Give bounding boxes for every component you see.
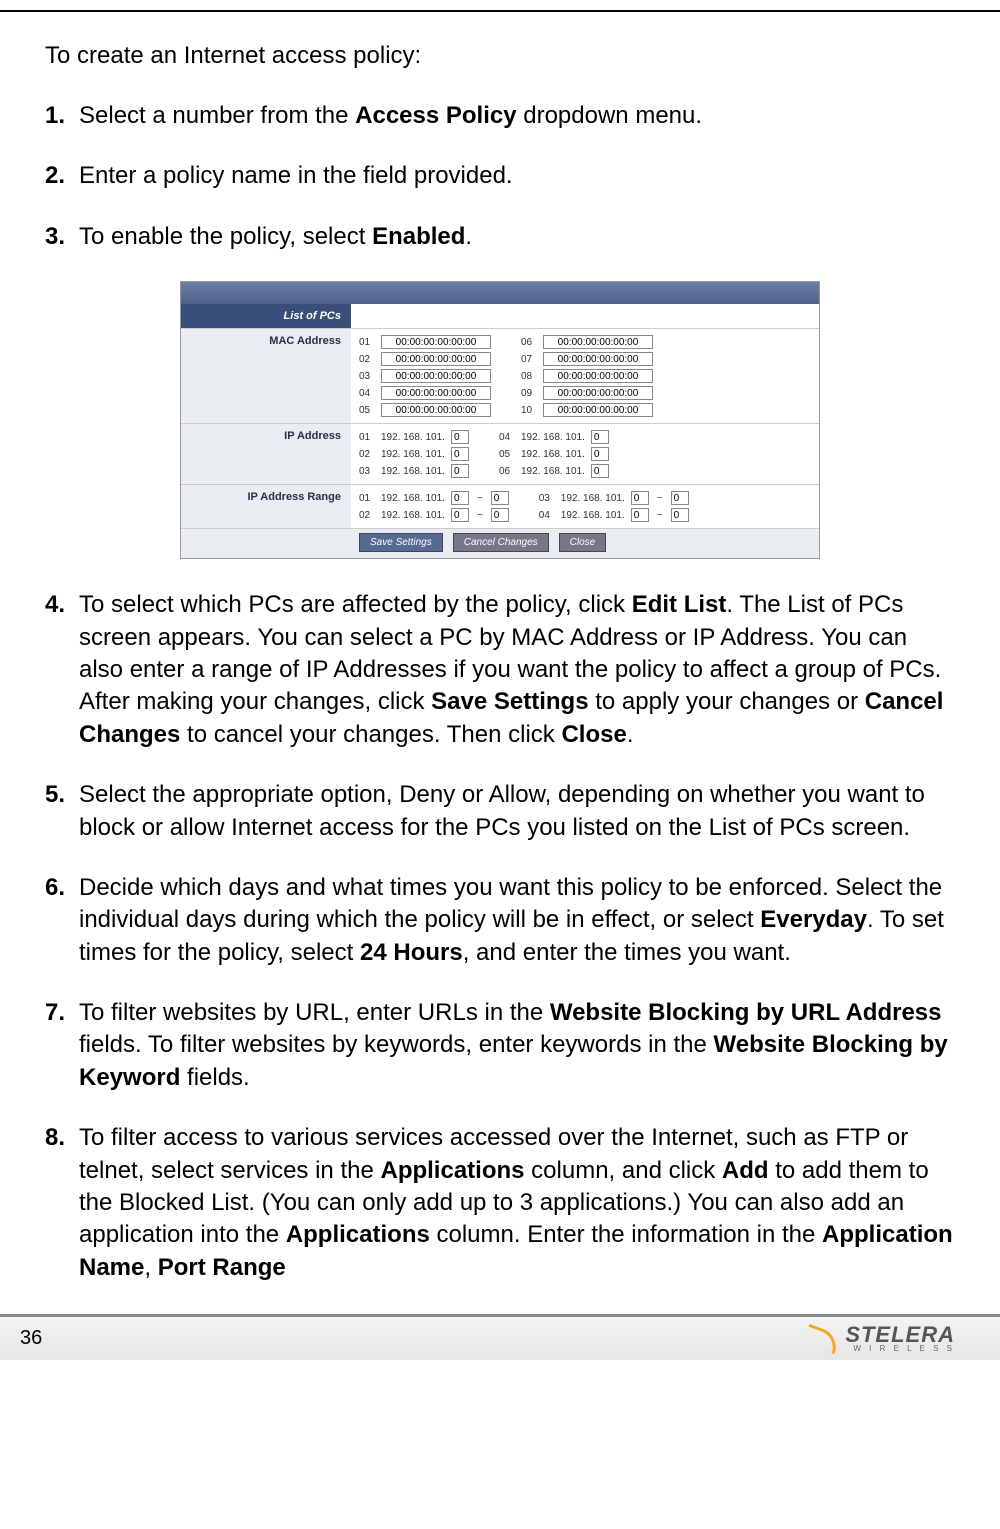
list-of-pcs-figure: List of PCs MAC Address 01 02 03 04 05 <box>45 281 955 559</box>
ip-octet-input[interactable] <box>591 430 609 444</box>
ip-row: 05192. 168. 101. <box>499 447 609 461</box>
ip-row: 01192. 168. 101. <box>359 430 469 444</box>
mac-row: 07 <box>521 352 653 366</box>
brand-name: STELERA <box>845 1325 955 1345</box>
mac-input[interactable] <box>543 403 653 417</box>
step-number: 6. <box>45 872 79 969</box>
step-number: 5. <box>45 779 79 844</box>
mac-input[interactable] <box>543 386 653 400</box>
step-text: To filter access to various services acc… <box>79 1122 955 1284</box>
ip-row: 06192. 168. 101. <box>499 464 609 478</box>
step-text: Enter a policy name in the field provide… <box>79 160 955 192</box>
steps-list: 1. Select a number from the Access Polic… <box>45 100 955 253</box>
step-number: 1. <box>45 100 79 132</box>
step-1: 1. Select a number from the Access Polic… <box>45 100 955 132</box>
ip-row: 03192. 168. 101. <box>359 464 469 478</box>
brand-subtitle: W I R E L E S S <box>845 1345 955 1352</box>
step-number: 3. <box>45 221 79 253</box>
mac-row: 10 <box>521 403 653 417</box>
mac-row: 08 <box>521 369 653 383</box>
mac-input[interactable] <box>381 335 491 349</box>
mac-row: 06 <box>521 335 653 349</box>
ip-range-from-input[interactable] <box>451 508 469 522</box>
ip-row: 02192. 168. 101. <box>359 447 469 461</box>
mac-input[interactable] <box>543 335 653 349</box>
save-settings-button[interactable]: Save Settings <box>359 533 443 552</box>
step-text: Select a number from the Access Policy d… <box>79 100 955 132</box>
step-8: 8. To filter access to various services … <box>45 1122 955 1284</box>
steps-list-cont: 4. To select which PCs are affected by t… <box>45 589 955 1284</box>
swoosh-icon <box>805 1329 839 1349</box>
figure-topbar <box>181 282 819 304</box>
ip-range-row: 01192. 168. 101.~ <box>359 491 509 505</box>
step-number: 7. <box>45 997 79 1094</box>
brand-logo: STELERA W I R E L E S S <box>805 1325 955 1352</box>
step-text: To enable the policy, select Enabled. <box>79 221 955 253</box>
ip-octet-input[interactable] <box>591 447 609 461</box>
step-6: 6. Decide which days and what times you … <box>45 872 955 969</box>
ip-octet-input[interactable] <box>451 430 469 444</box>
ip-range-to-input[interactable] <box>491 491 509 505</box>
ip-address-label: IP Address <box>181 424 351 484</box>
mac-row: 01 <box>359 335 491 349</box>
mac-address-label: MAC Address <box>181 329 351 423</box>
mac-input[interactable] <box>381 352 491 366</box>
figure-button-row: Save Settings Cancel Changes Close <box>181 529 819 558</box>
mac-row: 09 <box>521 386 653 400</box>
mac-row: 05 <box>359 403 491 417</box>
ip-range-row: 02192. 168. 101.~ <box>359 508 509 522</box>
close-button[interactable]: Close <box>559 533 607 552</box>
mac-row: 04 <box>359 386 491 400</box>
list-of-pcs-header: List of PCs <box>181 304 351 328</box>
step-number: 2. <box>45 160 79 192</box>
step-text: To select which PCs are affected by the … <box>79 589 955 751</box>
ip-range-to-input[interactable] <box>491 508 509 522</box>
mac-row: 02 <box>359 352 491 366</box>
mac-input[interactable] <box>543 369 653 383</box>
step-4: 4. To select which PCs are affected by t… <box>45 589 955 751</box>
mac-row: 03 <box>359 369 491 383</box>
step-2: 2. Enter a policy name in the field prov… <box>45 160 955 192</box>
mac-input[interactable] <box>381 369 491 383</box>
step-number: 4. <box>45 589 79 751</box>
intro-text: To create an Internet access policy: <box>45 42 955 70</box>
step-5: 5. Select the appropriate option, Deny o… <box>45 779 955 844</box>
ip-octet-input[interactable] <box>451 447 469 461</box>
ip-range-from-input[interactable] <box>631 508 649 522</box>
mac-input[interactable] <box>543 352 653 366</box>
ip-octet-input[interactable] <box>591 464 609 478</box>
ip-range-label: IP Address Range <box>181 485 351 528</box>
step-3: 3. To enable the policy, select Enabled. <box>45 221 955 253</box>
ip-range-from-input[interactable] <box>631 491 649 505</box>
mac-input[interactable] <box>381 403 491 417</box>
step-number: 8. <box>45 1122 79 1284</box>
mac-input[interactable] <box>381 386 491 400</box>
step-text: Decide which days and what times you wan… <box>79 872 955 969</box>
page-footer: 36 STELERA W I R E L E S S <box>0 1314 1000 1360</box>
ip-row: 04192. 168. 101. <box>499 430 609 444</box>
ip-range-to-input[interactable] <box>671 491 689 505</box>
ip-range-row: 04192. 168. 101.~ <box>539 508 689 522</box>
page-number: 36 <box>20 1327 42 1350</box>
ip-octet-input[interactable] <box>451 464 469 478</box>
step-text: To filter websites by URL, enter URLs in… <box>79 997 955 1094</box>
ip-range-to-input[interactable] <box>671 508 689 522</box>
ip-range-row: 03192. 168. 101.~ <box>539 491 689 505</box>
ip-range-from-input[interactable] <box>451 491 469 505</box>
cancel-changes-button[interactable]: Cancel Changes <box>453 533 549 552</box>
step-text: Select the appropriate option, Deny or A… <box>79 779 955 844</box>
step-7: 7. To filter websites by URL, enter URLs… <box>45 997 955 1094</box>
